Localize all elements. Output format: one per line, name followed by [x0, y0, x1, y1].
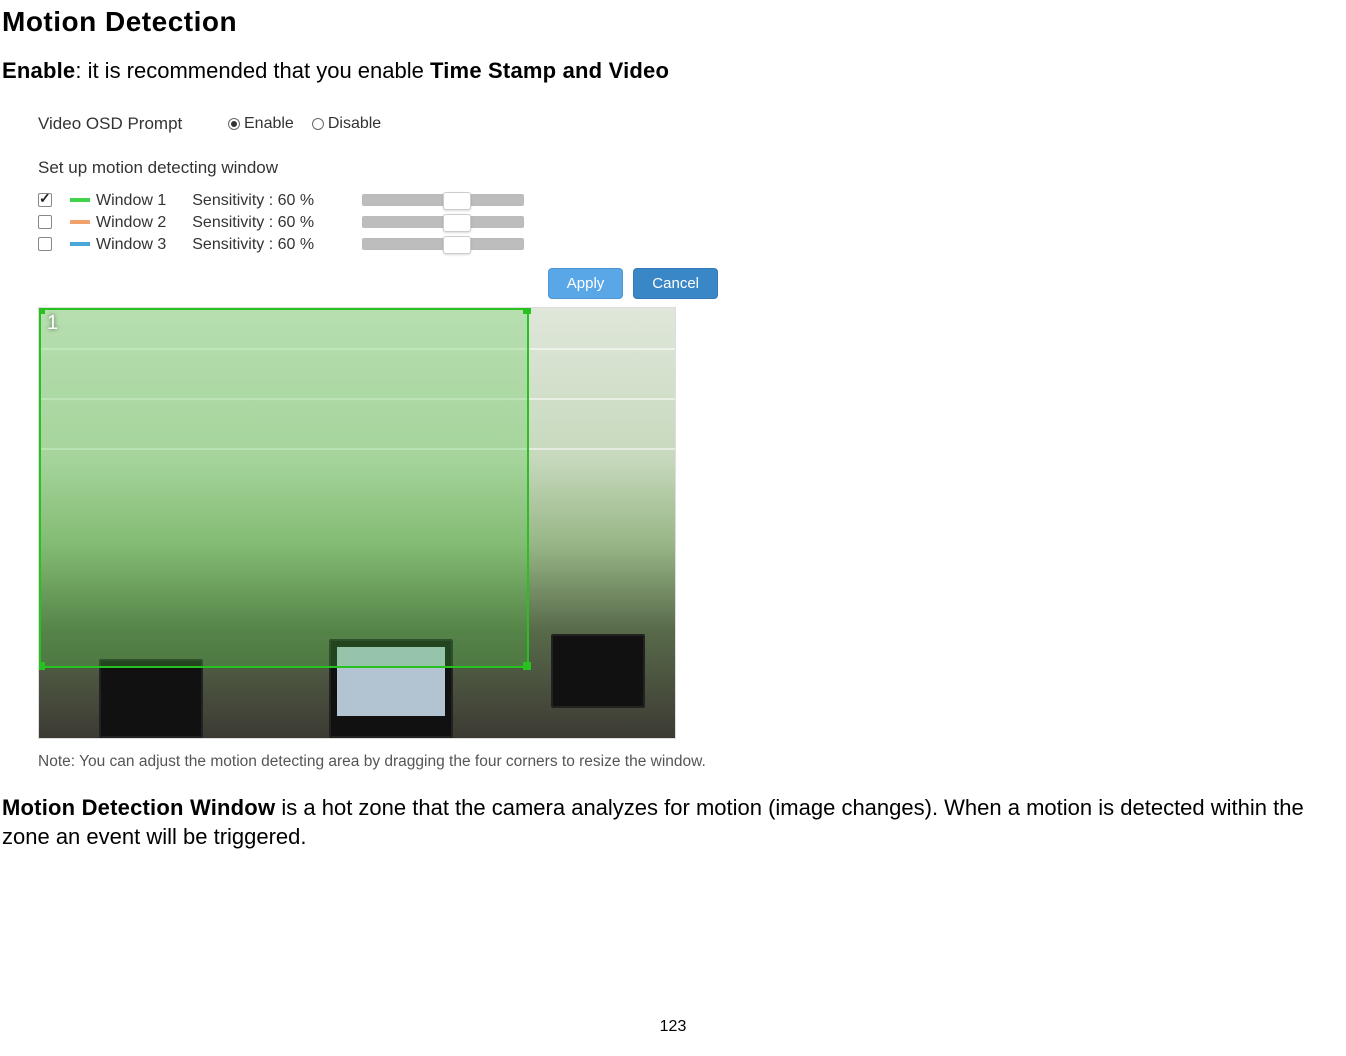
slider-knob-icon	[443, 192, 471, 210]
timestamp-video-bold: Time Stamp and Video	[430, 58, 669, 83]
resize-note: Note: You can adjust the motion detectin…	[38, 753, 905, 771]
cancel-button[interactable]: Cancel	[633, 268, 718, 299]
resize-handle-bottom-left[interactable]	[38, 662, 45, 670]
window2-checkbox[interactable]	[38, 215, 52, 229]
settings-screenshot: Video OSD Prompt Enable Disable Set up m…	[0, 100, 925, 781]
slider-knob-icon	[443, 236, 471, 254]
radio-dot-icon	[312, 118, 324, 130]
window1-color-swatch	[70, 198, 90, 202]
window3-sensitivity-label: Sensitivity : 60 %	[192, 236, 314, 253]
radio-dot-icon	[228, 118, 240, 130]
window2-sensitivity-slider[interactable]	[362, 216, 524, 228]
motion-window-bold: Motion Detection Window	[2, 795, 275, 820]
osd-disable-radio[interactable]: Disable	[312, 115, 381, 133]
osd-radio-group: Enable Disable	[228, 115, 381, 133]
window3-checkbox[interactable]	[38, 237, 52, 251]
video-osd-label: Video OSD Prompt	[38, 114, 228, 134]
window1-sensitivity-slider[interactable]	[362, 194, 524, 206]
camera-preview[interactable]: 1	[38, 307, 676, 739]
window2-color-swatch	[70, 220, 90, 224]
enable-bold: Enable	[2, 58, 75, 83]
detection-region-overlay[interactable]	[39, 308, 529, 668]
window3-sensitivity-slider[interactable]	[362, 238, 524, 250]
setup-window-label: Set up motion detecting window	[38, 158, 905, 178]
window1-checkbox[interactable]	[38, 193, 52, 207]
enable-text: : it is recommended that you enable	[75, 58, 430, 83]
window1-name: Window 1	[96, 192, 166, 209]
resize-handle-bottom-right[interactable]	[523, 662, 531, 670]
osd-enable-label: Enable	[244, 115, 294, 133]
windows-table: Window 1 Sensitivity : 60 % Window 2 Sen…	[38, 190, 532, 256]
motion-window-explain: Motion Detection Window is a hot zone th…	[2, 793, 1346, 852]
window2-sensitivity-label: Sensitivity : 60 %	[192, 214, 314, 231]
window2-name: Window 2	[96, 214, 166, 231]
button-row: Apply Cancel	[38, 268, 718, 299]
window3-color-swatch	[70, 242, 90, 246]
slider-knob-icon	[443, 214, 471, 232]
table-row: Window 2 Sensitivity : 60 %	[38, 212, 532, 234]
table-row: Window 1 Sensitivity : 60 %	[38, 190, 532, 212]
enable-recommendation-text: Enable: it is recommended that you enabl…	[2, 56, 1346, 86]
window3-name: Window 3	[96, 236, 166, 253]
osd-enable-radio[interactable]: Enable	[228, 115, 294, 133]
video-osd-row: Video OSD Prompt Enable Disable	[38, 114, 905, 134]
resize-handle-top-left[interactable]	[38, 307, 45, 314]
resize-handle-top-right[interactable]	[523, 307, 531, 314]
page-heading: Motion Detection	[2, 6, 1346, 38]
table-row: Window 3 Sensitivity : 60 %	[38, 234, 532, 256]
detection-region-number: 1	[47, 312, 58, 335]
apply-button[interactable]: Apply	[548, 268, 624, 299]
window1-sensitivity-label: Sensitivity : 60 %	[192, 192, 314, 209]
osd-disable-label: Disable	[328, 115, 381, 133]
page-number: 123	[0, 1018, 1346, 1036]
